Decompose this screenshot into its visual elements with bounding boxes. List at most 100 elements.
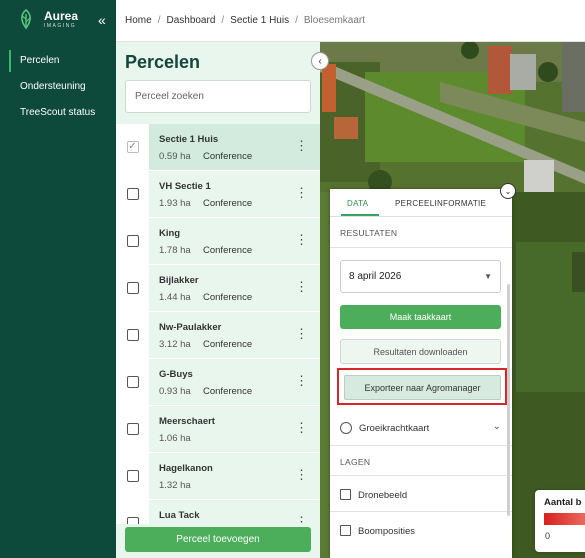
- perceel-meta: 1.06 ha: [159, 433, 203, 444]
- perceel-name: Lua Tack: [159, 510, 200, 521]
- row-checkbox-cell: [116, 359, 149, 405]
- radio-button[interactable]: [340, 422, 352, 434]
- results-heading: RESULTATEN: [340, 228, 398, 238]
- collapse-sidebar-icon[interactable]: «: [98, 12, 106, 28]
- tab-data[interactable]: DATA: [341, 189, 379, 216]
- divider: [330, 511, 512, 512]
- perceel-row[interactable]: Bijlakker 1.44 ha Conference ⋮: [116, 265, 320, 312]
- kebab-menu-icon[interactable]: ⋮: [295, 468, 308, 481]
- perceel-variety: Conference: [203, 292, 253, 303]
- kebab-menu-icon[interactable]: ⋮: [295, 280, 308, 293]
- sidebar: Aurea IMAGING « Percelen Ondersteuning T…: [0, 0, 116, 558]
- sidebar-item-treescout-status[interactable]: TreeScout status: [0, 100, 116, 126]
- row-body[interactable]: Lua Tack ⋮: [149, 500, 320, 524]
- perceel-variety: Conference: [203, 198, 253, 209]
- divider: [330, 475, 512, 476]
- top-bar: Home / Dashboard / Sectie 1 Huis / Bloesemkaar…: [116, 0, 585, 42]
- sidebar-item-percelen[interactable]: Percelen: [0, 48, 116, 74]
- breadcrumb-current: Bloesemkaart: [303, 15, 366, 26]
- perceel-row[interactable]: VH Sectie 1 1.93 ha Conference ⋮: [116, 171, 320, 218]
- collapse-panel-icon[interactable]: ‹: [311, 52, 329, 70]
- kebab-menu-icon[interactable]: ⋮: [295, 233, 308, 246]
- date-select-value: 8 april 2026: [349, 271, 402, 282]
- layer-boomposities[interactable]: Boomposities: [340, 524, 500, 540]
- perceel-row[interactable]: King 1.78 ha Conference ⋮: [116, 218, 320, 265]
- make-task-map-button[interactable]: Maak taakkaart: [340, 305, 501, 329]
- brand-logo[interactable]: Aurea IMAGING: [14, 8, 78, 30]
- perceel-name: Bijlakker: [159, 275, 199, 286]
- row-checkbox[interactable]: [126, 235, 139, 247]
- row-body[interactable]: Nw-Paulakker 3.12 ha Conference ⋮: [149, 312, 320, 358]
- row-checkbox-cell: [116, 406, 149, 452]
- growth-map-label: Groeikrachtkaart: [359, 423, 430, 434]
- export-agromanager-button[interactable]: Exporteer naar Agromanager: [344, 375, 501, 400]
- breadcrumb-sectie-1-huis[interactable]: Sectie 1 Huis: [230, 15, 289, 26]
- perceel-area: 1.06 ha: [159, 433, 191, 444]
- row-checkbox-cell: [116, 171, 149, 217]
- sidebar-nav: Percelen Ondersteuning TreeScout status: [0, 48, 116, 126]
- row-checkbox[interactable]: [126, 329, 139, 341]
- kebab-menu-icon[interactable]: ⋮: [295, 186, 308, 199]
- row-checkbox-cell: [116, 453, 149, 499]
- row-checkbox[interactable]: [126, 517, 139, 524]
- kebab-menu-icon[interactable]: ⋮: [295, 139, 308, 152]
- perceel-name: Hagelkanon: [159, 463, 213, 474]
- row-body[interactable]: VH Sectie 1 1.93 ha Conference ⋮: [149, 171, 320, 217]
- map-legend: Aantal b 0: [535, 490, 585, 552]
- row-body[interactable]: G-Buys 0.93 ha Conference ⋮: [149, 359, 320, 405]
- download-results-button[interactable]: Resultaten downloaden: [340, 339, 501, 364]
- breadcrumb-home[interactable]: Home: [125, 15, 152, 26]
- row-checkbox[interactable]: [126, 282, 139, 294]
- row-checkbox[interactable]: [126, 141, 139, 153]
- row-body[interactable]: Bijlakker 1.44 ha Conference ⋮: [149, 265, 320, 311]
- layer-checkbox[interactable]: [340, 525, 351, 536]
- scrollbar[interactable]: [507, 284, 510, 516]
- row-checkbox-cell: [116, 500, 149, 524]
- kebab-menu-icon[interactable]: ⋮: [295, 374, 308, 387]
- perceel-area: 0.59 ha: [159, 151, 191, 162]
- layers-heading: LAGEN: [340, 457, 371, 467]
- row-checkbox[interactable]: [126, 423, 139, 435]
- perceel-row[interactable]: Meerschaert 1.06 ha ⋮: [116, 406, 320, 453]
- perceel-meta: 3.12 ha Conference: [159, 339, 252, 350]
- kebab-menu-icon[interactable]: ⋮: [295, 515, 308, 524]
- perceel-row[interactable]: Lua Tack ⋮: [116, 500, 320, 524]
- breadcrumb-dashboard[interactable]: Dashboard: [166, 15, 215, 26]
- row-checkbox[interactable]: [126, 188, 139, 200]
- row-body[interactable]: Hagelkanon 1.32 ha ⋮: [149, 453, 320, 499]
- perceel-name: Sectie 1 Huis: [159, 134, 219, 145]
- perceel-meta: 0.59 ha Conference: [159, 151, 252, 162]
- perceel-variety: Conference: [203, 386, 253, 397]
- layer-dronebeeld[interactable]: Dronebeeld: [340, 488, 500, 504]
- row-body[interactable]: Meerschaert 1.06 ha ⋮: [149, 406, 320, 452]
- divider: [330, 445, 512, 446]
- row-body[interactable]: Sectie 1 Huis 0.59 ha Conference ⋮: [149, 124, 320, 170]
- perceel-row[interactable]: Hagelkanon 1.32 ha ⋮: [116, 453, 320, 500]
- toggle-panel-icon[interactable]: ⌄: [500, 183, 516, 199]
- perceel-row[interactable]: Sectie 1 Huis 0.59 ha Conference ⋮: [116, 124, 320, 171]
- add-perceel-button[interactable]: Perceel toevoegen: [125, 527, 311, 552]
- perceel-area: 1.44 ha: [159, 292, 191, 303]
- date-select[interactable]: 8 april 2026 ▼: [340, 260, 501, 293]
- row-checkbox[interactable]: [126, 470, 139, 482]
- breadcrumb-separator: /: [157, 15, 161, 26]
- caret-down-icon: ▼: [484, 272, 492, 281]
- perceel-row[interactable]: Nw-Paulakker 3.12 ha Conference ⋮: [116, 312, 320, 359]
- tab-perceelinformatie[interactable]: PERCEELINFORMATIE: [395, 189, 486, 216]
- layer-label: Boomposities: [358, 526, 416, 537]
- chevron-down-icon[interactable]: ⌄: [493, 421, 501, 432]
- kebab-menu-icon[interactable]: ⋮: [295, 327, 308, 340]
- row-checkbox-cell: [116, 218, 149, 264]
- perceel-list: Sectie 1 Huis0.59 haConference⋮VH Sectie…: [116, 124, 320, 524]
- kebab-menu-icon[interactable]: ⋮: [295, 421, 308, 434]
- row-checkbox[interactable]: [126, 376, 139, 388]
- perceel-area: 1.78 ha: [159, 245, 191, 256]
- layer-checkbox[interactable]: [340, 489, 351, 500]
- row-body[interactable]: King 1.78 ha Conference ⋮: [149, 218, 320, 264]
- sidebar-item-ondersteuning[interactable]: Ondersteuning: [0, 74, 116, 100]
- perceel-search-input[interactable]: [125, 80, 311, 113]
- perceel-name: VH Sectie 1: [159, 181, 211, 192]
- growth-map-option[interactable]: Groeikrachtkaart ⌄: [340, 419, 505, 439]
- legend-title: Aantal b: [544, 497, 582, 508]
- perceel-row[interactable]: G-Buys 0.93 ha Conference ⋮: [116, 359, 320, 406]
